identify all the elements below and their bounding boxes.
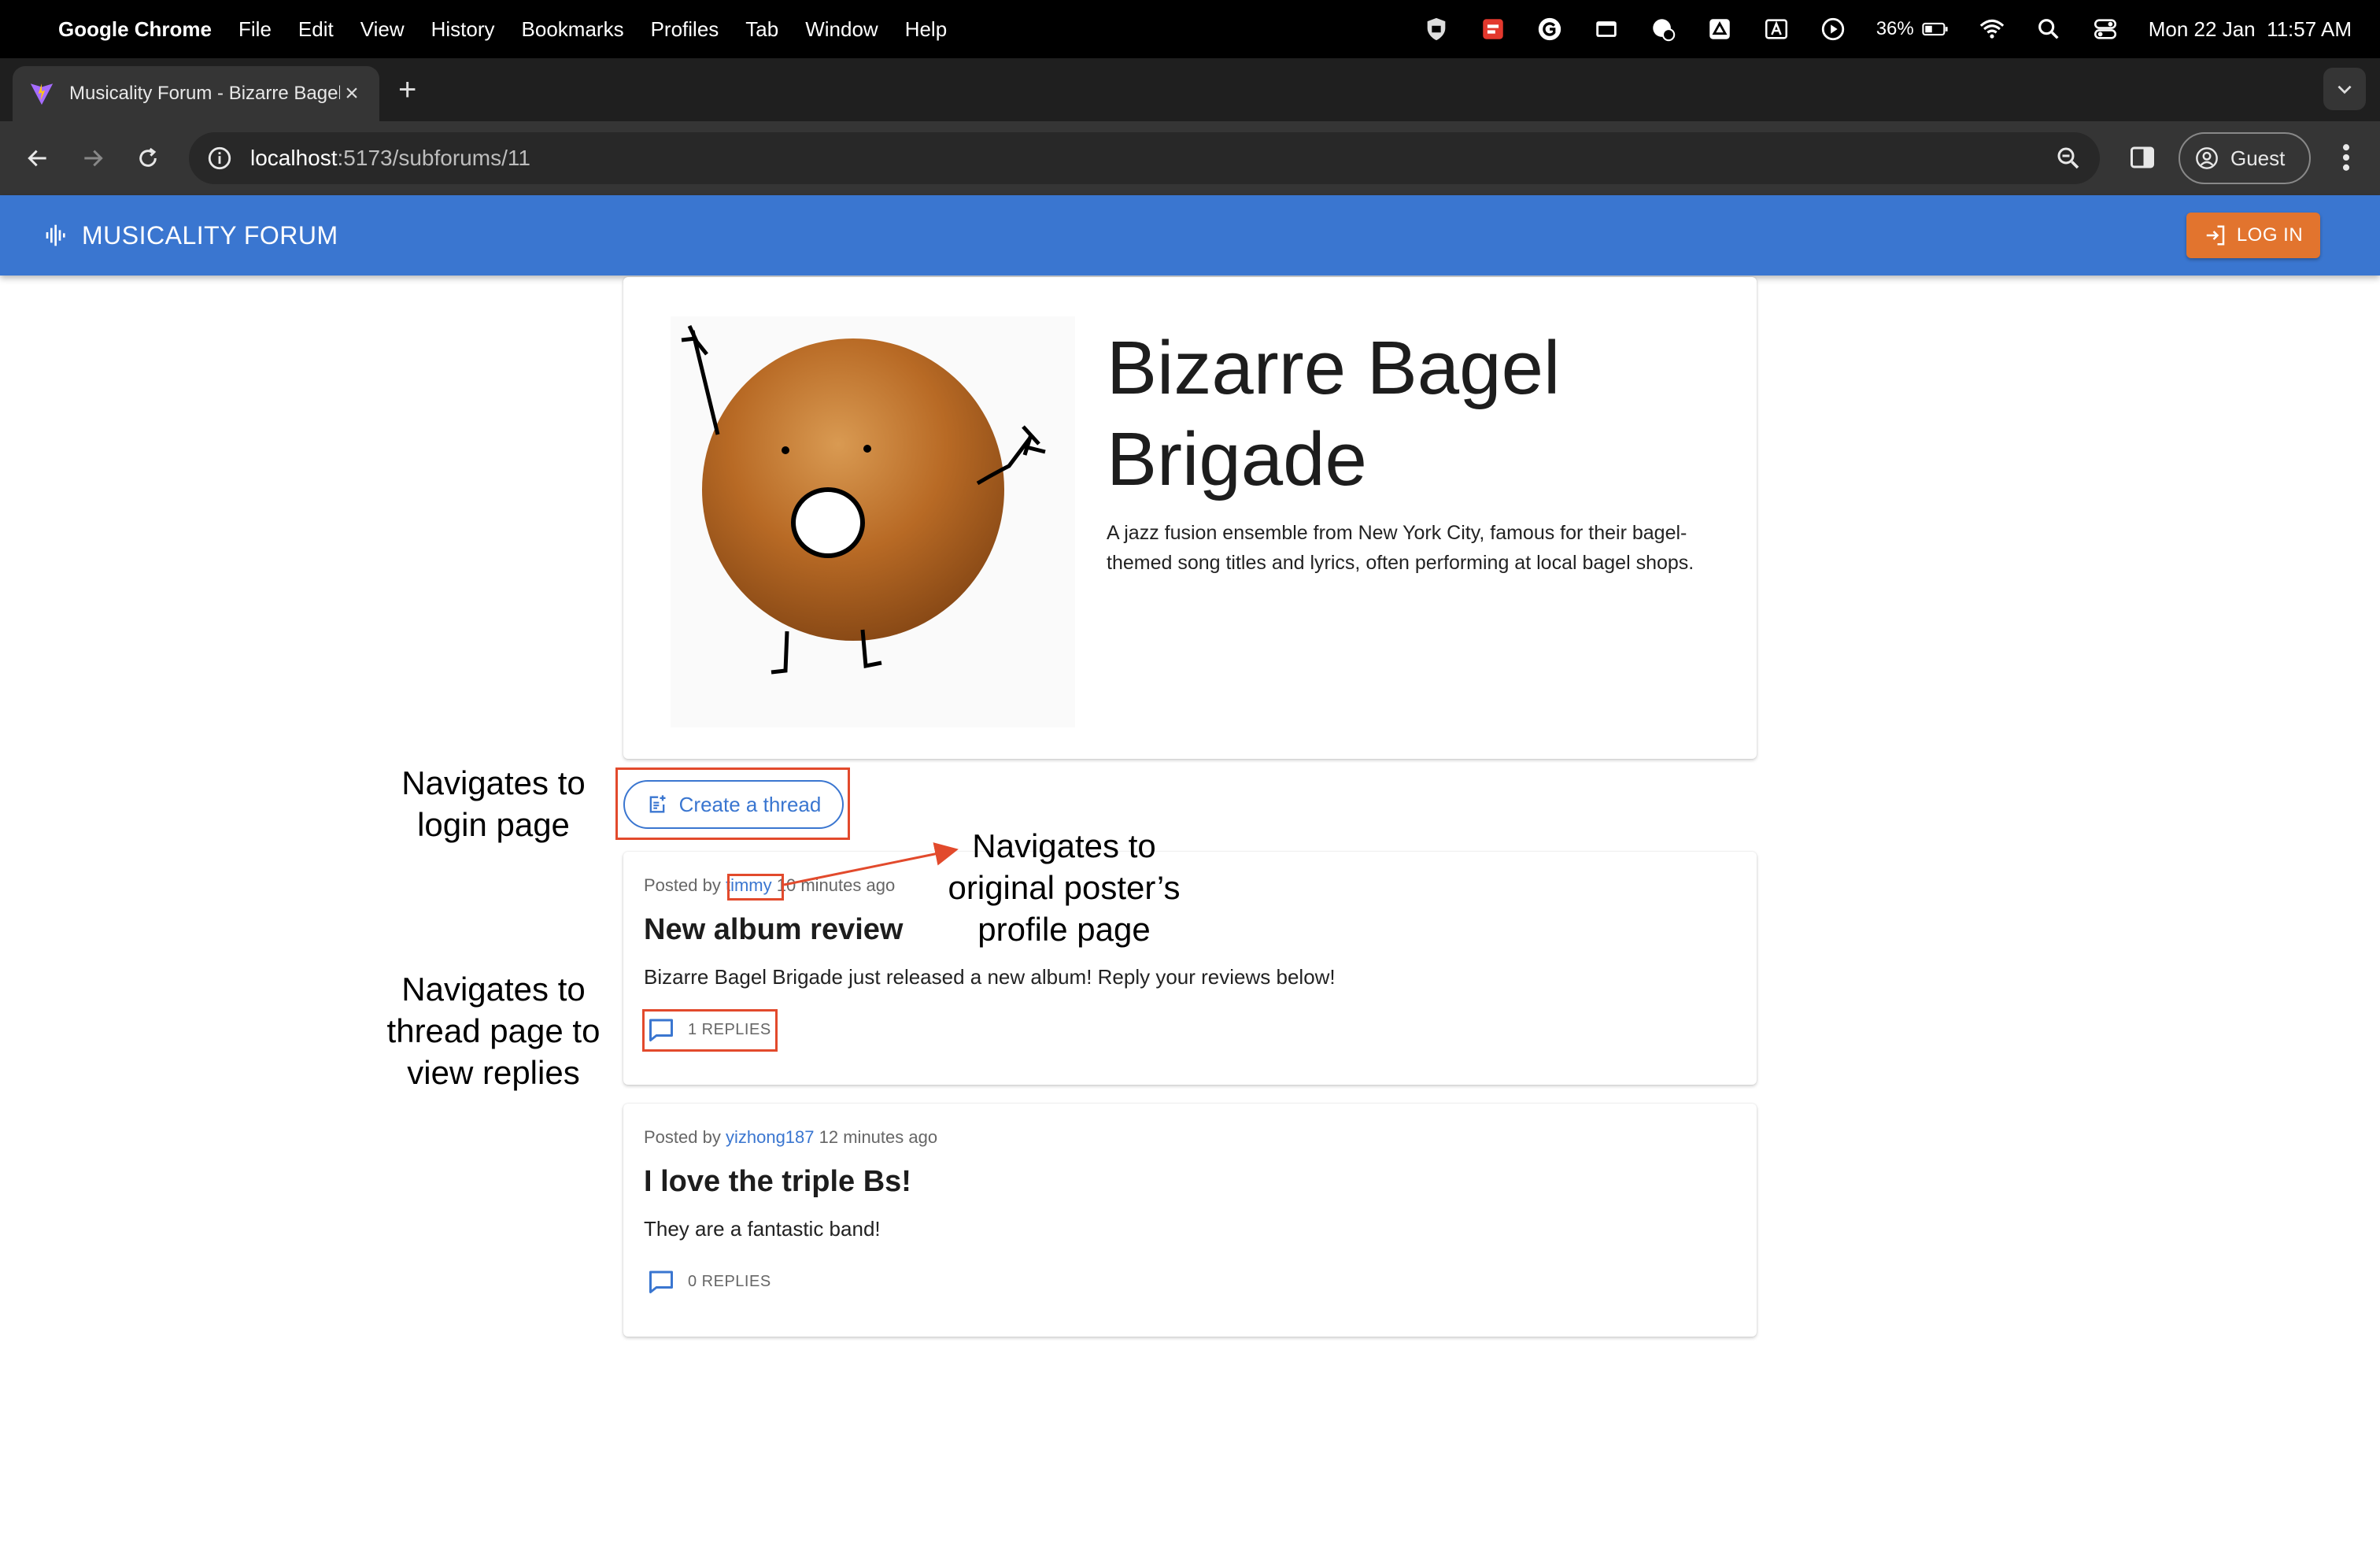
side-panel-icon[interactable]	[2128, 143, 2156, 172]
reload-button[interactable]	[129, 139, 167, 177]
url-host: localhost	[250, 146, 338, 170]
annotation-login-text: Navigates to login page	[379, 762, 608, 845]
chevron-down-icon	[2338, 85, 2352, 94]
annotation-line: Navigates to	[401, 971, 586, 1008]
replies-count: 0 REPLIES	[688, 1272, 771, 1290]
thread-timestamp: 12 minutes ago	[819, 1127, 938, 1147]
address-bar[interactable]: localhost:5173/subforums/11	[189, 132, 2100, 184]
browser-tab[interactable]: Musicality Forum - Bizarre Bagel Brigade…	[13, 66, 379, 121]
thread-author-link[interactable]: yizhong187	[726, 1127, 815, 1147]
brand-title[interactable]: MUSICALITY FORUM	[82, 221, 338, 250]
annotation-thread-text: Navigates to thread page to view replies	[364, 968, 623, 1093]
menu-history[interactable]: History	[431, 17, 495, 42]
menu-window[interactable]: Window	[805, 17, 878, 42]
control-center-icon[interactable]	[2092, 16, 2119, 43]
notification-badge-icon[interactable]	[1650, 16, 1676, 43]
replies-button[interactable]: 0 REPLIES	[647, 1267, 771, 1296]
profile-button[interactable]: Guest	[2179, 132, 2311, 184]
annotation-line: login page	[417, 806, 570, 843]
back-button[interactable]	[19, 139, 57, 177]
menubar-datetime[interactable]: Mon 22 Jan 11:57 AM	[2149, 17, 2352, 42]
thread-timestamp: 10 minutes ago	[776, 875, 896, 895]
annotation-line: Navigates to	[972, 827, 1156, 864]
login-icon	[2206, 225, 2225, 246]
comment-icon	[649, 1270, 673, 1293]
forward-button[interactable]	[74, 139, 112, 177]
posted-by-label: Posted by	[644, 1127, 721, 1147]
tab-strip: Musicality Forum - Bizarre Bagel Brigade…	[0, 58, 2380, 121]
menu-edit[interactable]: Edit	[298, 17, 334, 42]
audio-waveform-icon	[46, 224, 65, 246]
subforum-title: Bizarre Bagel Brigade	[1107, 326, 1561, 501]
tab-search-button[interactable]	[2323, 68, 2366, 110]
forward-arrow-icon	[84, 150, 103, 167]
annotation-box-replies	[642, 1009, 778, 1052]
annotation-line: view replies	[407, 1054, 580, 1091]
thread-body: Bizarre Bagel Brigade just released a ne…	[644, 965, 1336, 989]
bagel-mascot-image	[671, 316, 1075, 727]
tab-title: Musicality Forum - Bizarre Bagel Brigade	[69, 83, 340, 104]
battery-percent: 36%	[1876, 18, 1914, 39]
thread-title[interactable]: New album review	[644, 913, 903, 947]
annotation-line: original poster’s	[948, 869, 1181, 906]
menu-view[interactable]: View	[360, 17, 405, 42]
new-tab-icon[interactable]: +	[398, 72, 416, 108]
menu-tab[interactable]: Tab	[745, 17, 778, 42]
login-label: LOG IN	[2236, 224, 2304, 246]
grammarly-icon[interactable]	[1536, 16, 1563, 43]
subforum-header-card: Bizarre Bagel Brigade A jazz fusion ense…	[623, 277, 1757, 759]
back-arrow-icon	[28, 150, 46, 167]
reload-icon	[139, 147, 157, 167]
subforum-description: A jazz fusion ensemble from New York Cit…	[1107, 522, 1694, 574]
more-options-icon[interactable]	[2334, 140, 2358, 175]
annotation-box-author	[727, 874, 784, 901]
thread-body: They are a fantastic band!	[644, 1217, 881, 1241]
site-info-icon[interactable]	[206, 145, 233, 172]
menu-file[interactable]: File	[238, 17, 272, 42]
url-path: :5173/subforums/11	[337, 146, 530, 170]
zoom-icon[interactable]	[2054, 144, 2082, 172]
avatar-icon	[2196, 147, 2218, 169]
posted-by-label: Posted by	[644, 875, 721, 895]
annotation-line: profile page	[978, 911, 1151, 948]
annotation-profile-text: Navigates to original poster’s profile p…	[922, 825, 1206, 950]
app-header: MUSICALITY FORUM LOG IN	[0, 195, 2380, 276]
input-source-icon[interactable]	[1763, 16, 1790, 43]
menu-help[interactable]: Help	[905, 17, 947, 42]
menu-bookmarks[interactable]: Bookmarks	[522, 17, 624, 42]
annotation-line: thread page to	[386, 1012, 601, 1049]
profile-label: Guest	[2230, 146, 2286, 170]
spotlight-search-icon[interactable]	[2035, 16, 2062, 43]
macos-menu-bar: Google Chrome File Edit View History Boo…	[0, 0, 2380, 58]
wifi-icon[interactable]	[1979, 16, 2005, 43]
window-icon[interactable]	[1593, 16, 1620, 43]
thread-card[interactable]: Posted by yizhong187 12 minutes ago I lo…	[623, 1104, 1757, 1337]
annotation-line: Navigates to	[401, 764, 586, 801]
app-status-icon[interactable]	[1480, 16, 1506, 43]
login-button[interactable]: LOG IN	[2186, 213, 2320, 258]
menu-app-name[interactable]: Google Chrome	[58, 17, 212, 42]
vite-favicon-icon	[30, 83, 54, 105]
browser-toolbar: localhost:5173/subforums/11 Guest	[0, 121, 2380, 195]
thread-title[interactable]: I love the triple Bs!	[644, 1165, 911, 1199]
menu-profiles[interactable]: Profiles	[651, 17, 719, 42]
annotation-box-create-thread	[615, 767, 850, 840]
thread-meta: Posted by yizhong187 12 minutes ago	[644, 1127, 937, 1148]
tab-close-icon[interactable]: ×	[340, 80, 364, 107]
battery-icon[interactable]	[1922, 16, 1949, 43]
shield-icon[interactable]	[1423, 16, 1450, 43]
play-icon[interactable]	[1820, 16, 1846, 43]
drive-icon[interactable]	[1706, 16, 1733, 43]
